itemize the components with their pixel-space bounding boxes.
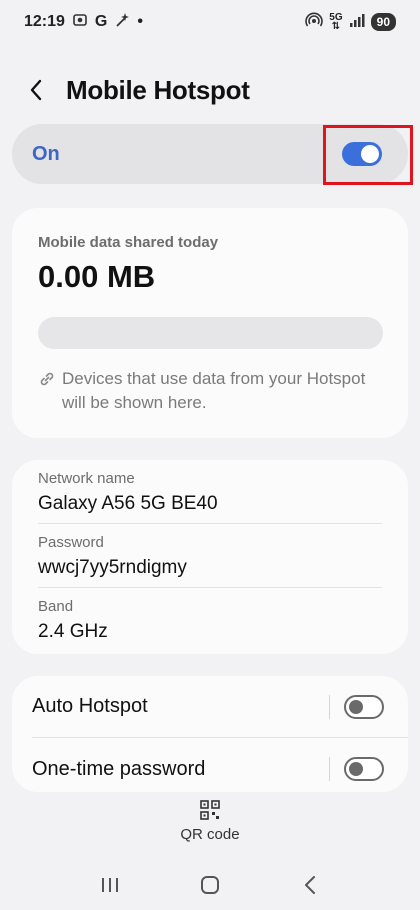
recent-apps-button[interactable] xyxy=(90,865,130,905)
auto-hotspot-toggle[interactable] xyxy=(344,694,384,719)
network-type-label: 5G xyxy=(329,12,343,23)
network-type-indicator: 5G ⇅ xyxy=(329,12,343,32)
home-button[interactable] xyxy=(190,865,230,905)
band-value: 2.4 GHz xyxy=(38,621,108,642)
status-left: 12:19 G • xyxy=(24,12,143,33)
home-icon xyxy=(201,876,219,894)
one-time-password-controls xyxy=(329,757,384,781)
screenshot-icon xyxy=(72,12,88,33)
chevron-left-icon xyxy=(30,79,42,101)
auto-hotspot-row[interactable]: Auto Hotspot xyxy=(32,676,408,738)
usage-value: 0.00 MB xyxy=(38,259,156,294)
data-usage-card: Mobile data shared today 0.00 MB Devices… xyxy=(12,208,408,438)
network-name-row[interactable]: Network name Galaxy A56 5G BE40 xyxy=(38,460,382,524)
auto-hotspot-controls xyxy=(329,694,384,719)
toggle-knob xyxy=(349,762,363,776)
qr-code-button[interactable]: QR code xyxy=(160,800,260,852)
status-time: 12:19 xyxy=(24,13,65,30)
hotspot-status-icon xyxy=(305,12,324,33)
band-label: Band xyxy=(38,598,74,615)
options-card: Auto Hotspot One-time password xyxy=(12,676,408,792)
password-label: Password xyxy=(38,534,104,551)
one-time-password-label: One-time password xyxy=(32,757,206,780)
master-switch-label: On xyxy=(32,142,60,165)
back-nav-button[interactable] xyxy=(290,865,330,905)
usage-progress-bar xyxy=(38,317,383,349)
page-title: Mobile Hotspot xyxy=(66,74,250,105)
toggle-knob xyxy=(349,699,363,714)
devices-note-text: Devices that use data from your Hotspot … xyxy=(62,369,366,412)
navigation-bar xyxy=(0,860,420,910)
back-button[interactable] xyxy=(28,70,56,110)
network-settings-card: Network name Galaxy A56 5G BE40 Password… xyxy=(12,460,408,654)
band-row[interactable]: Band 2.4 GHz xyxy=(38,588,382,652)
password-value: wwcj7yy5rndigmy xyxy=(38,557,187,578)
usage-label: Mobile data shared today xyxy=(38,234,219,251)
auto-hotspot-label: Auto Hotspot xyxy=(32,695,148,717)
back-icon xyxy=(305,876,315,894)
one-time-password-row[interactable]: One-time password xyxy=(32,738,408,800)
status-bar: 12:19 G • 5G ⇅ 90 xyxy=(0,0,420,44)
magic-wand-icon xyxy=(114,12,130,33)
divider xyxy=(329,694,330,719)
header: Mobile Hotspot xyxy=(0,60,420,120)
battery-indicator: 90 xyxy=(370,13,396,31)
google-icon: G xyxy=(94,13,108,30)
devices-note: Devices that use data from your Hotspot … xyxy=(38,367,382,415)
recent-apps-icon xyxy=(102,878,118,892)
qr-code-label: QR code xyxy=(180,826,240,843)
one-time-password-toggle[interactable] xyxy=(344,757,384,781)
dot-icon: • xyxy=(137,13,143,30)
signal-icon xyxy=(349,13,365,32)
divider xyxy=(329,757,330,781)
network-name-value: Galaxy A56 5G BE40 xyxy=(38,493,218,514)
network-name-label: Network name xyxy=(38,470,135,487)
qr-code-icon xyxy=(200,800,220,820)
password-row[interactable]: Password wwcj7yy5rndigmy xyxy=(38,524,382,588)
link-icon xyxy=(40,372,54,386)
highlight-box xyxy=(323,125,413,185)
status-right: 5G ⇅ 90 xyxy=(305,12,396,33)
